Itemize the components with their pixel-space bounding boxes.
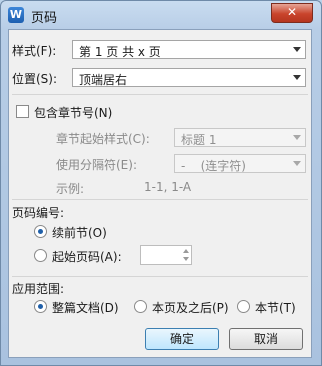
- apply-section-title: 应用范围:: [12, 282, 65, 296]
- apply-this-page-onward-radio[interactable]: [134, 300, 147, 313]
- ok-button[interactable]: 确定: [145, 328, 219, 350]
- separator: [12, 94, 308, 95]
- chevron-down-icon: [293, 75, 301, 80]
- include-chapter-checkbox[interactable]: [16, 105, 29, 118]
- title-bar[interactable]: W 页码 ✕: [1, 1, 321, 29]
- start-page-label[interactable]: 起始页码(A):: [52, 248, 122, 265]
- separator-style-value: - (连字符): [181, 159, 246, 173]
- style-dropdown[interactable]: 第 1 页 共 x 页: [72, 40, 306, 59]
- spin-up-icon[interactable]: [183, 249, 189, 253]
- chevron-down-icon: [293, 161, 301, 166]
- style-label: 样式(F):: [12, 44, 57, 58]
- position-value: 顶端居右: [79, 73, 128, 87]
- numbering-section-title: 页码编号:: [12, 206, 65, 220]
- position-dropdown[interactable]: 顶端居右: [72, 68, 306, 87]
- separator: [12, 276, 308, 277]
- apply-whole-document-label[interactable]: 整篇文档(D): [52, 299, 119, 316]
- start-page-radio[interactable]: [34, 249, 47, 262]
- style-value: 第 1 页 共 x 页: [79, 45, 161, 59]
- chapter-start-style-label: 章节起始样式(C):: [56, 132, 150, 146]
- position-label: 位置(S):: [12, 72, 58, 86]
- separator: [12, 199, 308, 200]
- dialog-body: 样式(F): 第 1 页 共 x 页 位置(S): 顶端居右 包含章节号(N) …: [8, 29, 312, 358]
- example-value: 1-1, 1-A: [144, 180, 192, 194]
- include-chapter-label[interactable]: 包含章节号(N): [34, 104, 112, 121]
- example-label: 示例:: [56, 182, 85, 196]
- cancel-button[interactable]: 取消: [229, 328, 303, 350]
- apply-whole-document-radio[interactable]: [34, 300, 47, 313]
- apply-this-page-onward-label[interactable]: 本页及之后(P): [152, 299, 229, 316]
- continue-radio[interactable]: [34, 225, 47, 238]
- start-page-spinner[interactable]: [140, 245, 192, 265]
- chapter-start-style-dropdown[interactable]: 标题 1: [174, 128, 306, 147]
- close-icon: ✕: [286, 5, 298, 19]
- dialog-title: 页码: [31, 11, 58, 26]
- chapter-start-style-value: 标题 1: [181, 133, 217, 147]
- separator-style-dropdown[interactable]: - (连字符): [174, 154, 306, 173]
- continue-label[interactable]: 续前节(O): [52, 224, 107, 241]
- chevron-down-icon: [293, 47, 301, 52]
- spin-down-icon[interactable]: [183, 257, 189, 261]
- separator-style-label: 使用分隔符(E):: [56, 158, 137, 172]
- chevron-down-icon: [293, 135, 301, 140]
- apply-this-section-label[interactable]: 本节(T): [255, 299, 296, 316]
- apply-this-section-radio[interactable]: [237, 300, 250, 313]
- close-button[interactable]: ✕: [271, 3, 313, 23]
- wps-writer-logo-icon: W: [8, 7, 24, 23]
